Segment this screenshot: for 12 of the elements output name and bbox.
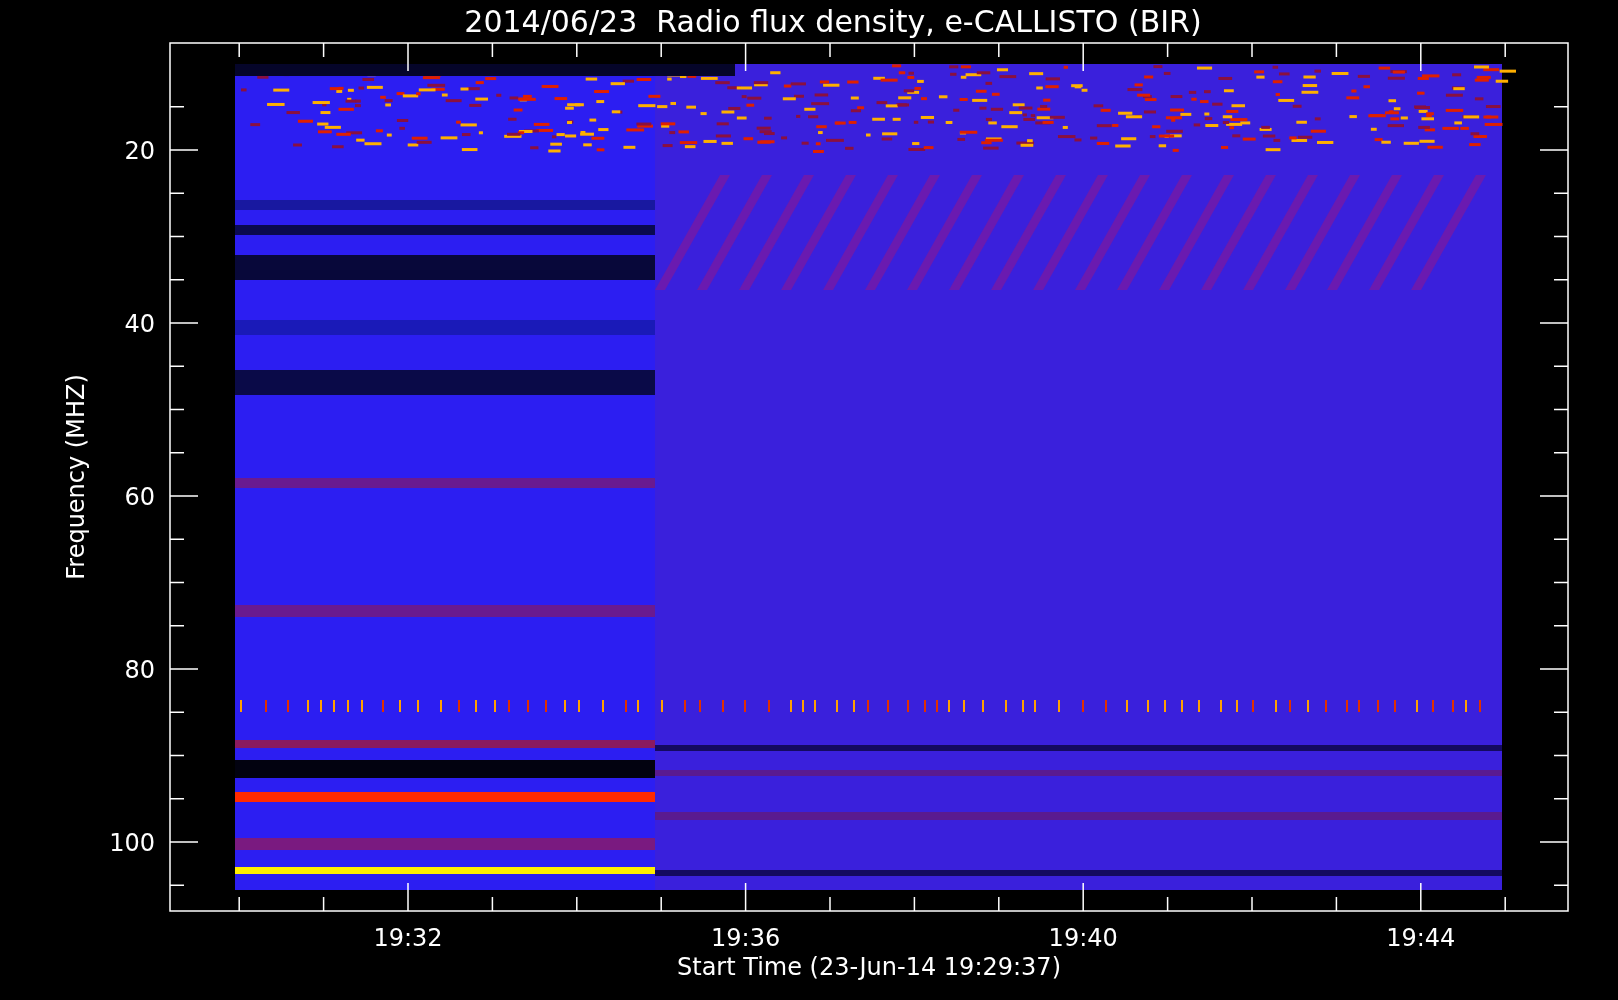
x-tick-label: 19:44 — [1386, 924, 1456, 952]
chart-title: 2014/06/23 Radio flux density, e-CALLISTO (BIR) — [464, 4, 1202, 39]
y-tick-label: 20 — [124, 137, 155, 165]
y-tick-label: 40 — [124, 310, 155, 338]
x-tick-label: 19:36 — [711, 924, 781, 952]
x-tick-label: 19:32 — [373, 924, 443, 952]
y-axis-label: Frequency (MHZ) — [62, 374, 90, 580]
x-axis-label: Start Time (23-Jun-14 19:29:37) — [677, 953, 1061, 981]
y-tick-label: 60 — [124, 483, 155, 511]
y-tick-label: 100 — [109, 829, 155, 857]
x-tick-label: 19:40 — [1048, 924, 1118, 952]
y-tick-label: 80 — [124, 656, 155, 684]
